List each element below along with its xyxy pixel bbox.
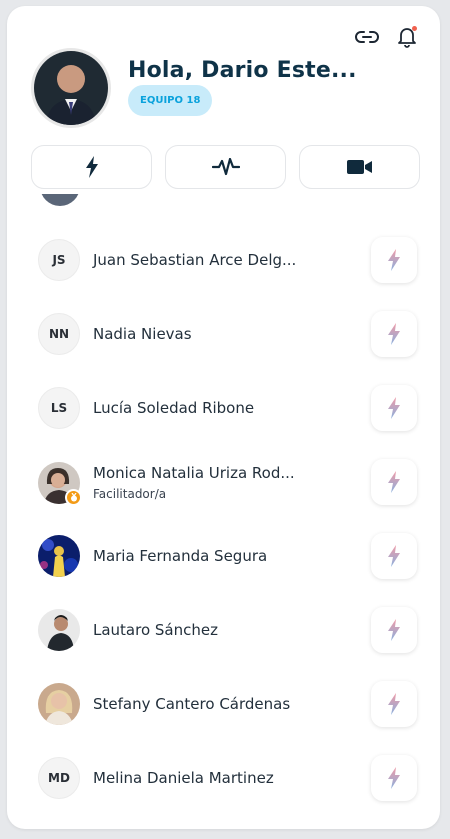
bell-icon[interactable] — [394, 24, 420, 50]
avatar: MD — [38, 757, 80, 799]
avatar — [38, 609, 80, 651]
energy-button[interactable] — [371, 311, 417, 357]
lightning-icon — [388, 249, 400, 271]
member-name: Lucía Soledad Ribone — [93, 399, 255, 417]
energy-button[interactable] — [371, 237, 417, 283]
energy-button[interactable] — [371, 607, 417, 653]
avatar — [38, 462, 82, 506]
member-name: Maria Fernanda Segura — [93, 547, 268, 565]
lightning-icon — [388, 619, 400, 641]
member-name: Monica Natalia Uriza Rod... — [93, 464, 295, 482]
energy-button[interactable] — [371, 385, 417, 431]
member-name: Juan Sebastian Arce Delg... — [93, 251, 297, 269]
greeting-title: Hola, Dario Este... — [128, 58, 357, 83]
member-name: Lautaro Sánchez — [93, 621, 218, 639]
user-avatar[interactable] — [31, 48, 111, 128]
lightning-icon — [388, 767, 400, 789]
member-name: Melina Daniela Martinez — [93, 769, 274, 787]
energy-button[interactable] — [371, 755, 417, 801]
avatar: NN — [38, 313, 80, 355]
action-tabs — [31, 145, 420, 189]
member-role: Facilitador/a — [93, 487, 167, 501]
list-item[interactable]: MD Melina Daniela Martinez — [7, 741, 440, 815]
lightning-icon — [388, 323, 400, 345]
medal-icon — [65, 489, 82, 506]
tab-energy[interactable] — [31, 145, 152, 189]
team-card: Hola, Dario Este... EQUIPO 18 JS Juan Se… — [7, 6, 440, 829]
avatar — [40, 194, 80, 206]
lightning-icon — [388, 545, 400, 567]
lightning-icon — [388, 471, 400, 493]
link-icon[interactable] — [354, 24, 380, 50]
avatar — [38, 683, 80, 725]
list-item[interactable]: LS Lucía Soledad Ribone — [7, 371, 440, 445]
list-item[interactable]: Maria Fernanda Segura — [7, 519, 440, 593]
member-list[interactable]: JS Juan Sebastian Arce Delg... NN Nadia … — [7, 194, 440, 829]
list-item[interactable]: NN Nadia Nievas — [7, 297, 440, 371]
tab-video[interactable] — [299, 145, 420, 189]
lightning-icon — [388, 397, 400, 419]
lightning-icon — [388, 693, 400, 715]
member-name: Nadia Nievas — [93, 325, 192, 343]
list-item[interactable]: Lautaro Sánchez — [7, 593, 440, 667]
pulse-icon — [211, 158, 240, 176]
avatar: LS — [38, 387, 80, 429]
energy-button[interactable] — [371, 533, 417, 579]
list-item[interactable]: JS Juan Sebastian Arce Delg... — [7, 223, 440, 297]
top-actions — [354, 24, 420, 50]
notification-dot — [412, 26, 417, 31]
tab-activity[interactable] — [165, 145, 286, 189]
list-item[interactable]: Monica Natalia Uriza Rod... Facilitador/… — [7, 445, 440, 519]
team-badge[interactable]: EQUIPO 18 — [128, 85, 213, 116]
lightning-icon — [85, 156, 98, 178]
list-item[interactable]: Stefany Cantero Cárdenas — [7, 667, 440, 741]
avatar: JS — [38, 239, 80, 281]
member-name: Stefany Cantero Cárdenas — [93, 695, 291, 713]
video-camera-icon — [346, 160, 372, 174]
avatar — [38, 535, 80, 577]
energy-button[interactable] — [371, 681, 417, 727]
energy-button[interactable] — [371, 459, 417, 505]
